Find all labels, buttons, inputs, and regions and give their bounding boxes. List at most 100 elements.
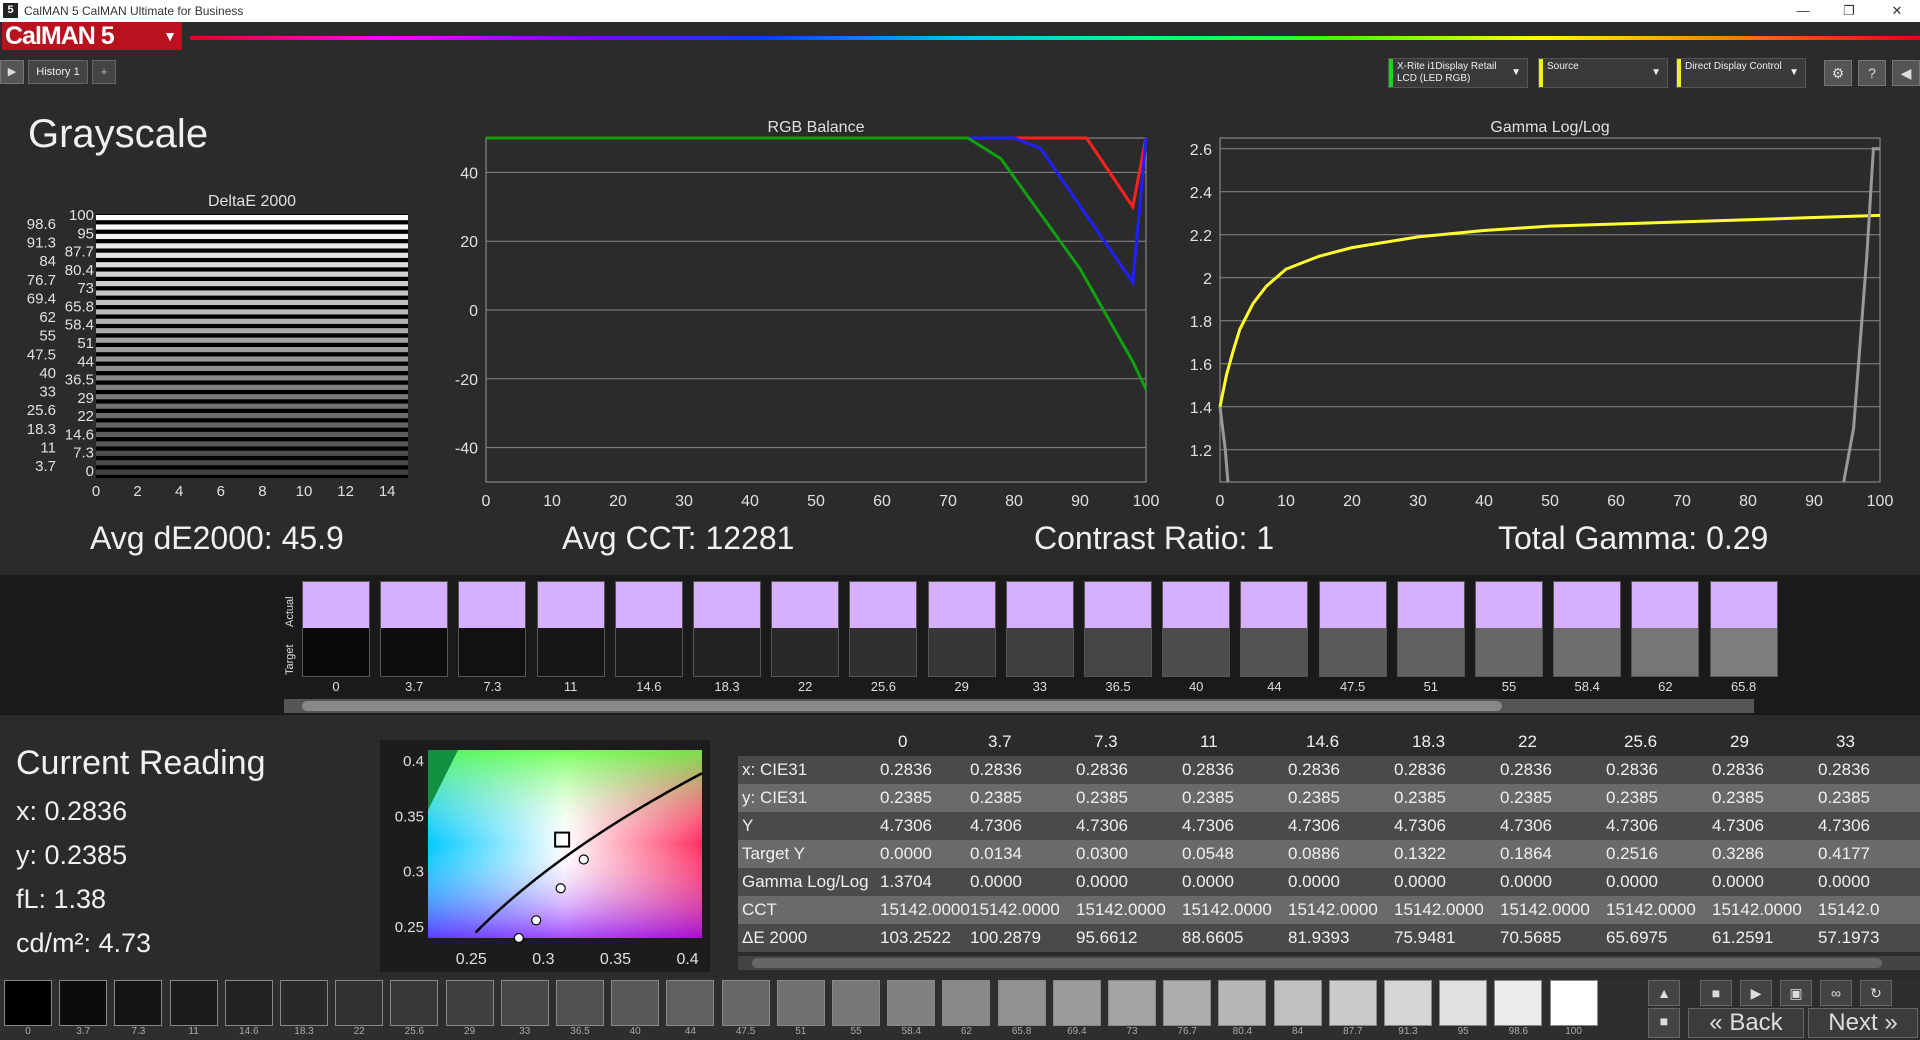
column-header[interactable]: 33 [1836,728,1855,756]
patch-29[interactable] [445,980,494,1026]
gear-icon[interactable]: ⚙ [1824,60,1852,86]
patch-label: 62 [960,1026,972,1037]
patch-100[interactable] [1549,980,1598,1026]
column-header[interactable]: 29 [1730,728,1749,756]
swatch-58.4[interactable] [1553,581,1622,677]
patch-51[interactable] [776,980,825,1026]
patch-22[interactable] [335,980,384,1026]
patch-14.6[interactable] [224,980,273,1026]
swatch-62[interactable] [1631,581,1700,677]
patch-55[interactable] [832,980,880,1026]
meter-selector[interactable]: X-Rite i1Display Retail LCD (LED RGB) ▼ [1388,58,1528,88]
restore-button[interactable]: ❐ [1826,0,1872,22]
patch-58.4[interactable] [887,980,936,1026]
deltae-chart: DeltaE 2000 0 2 4 6 8 10 12 14 98.6 91.3 84 76.7 69.4… [0,188,420,518]
x-tick-label: 4 [175,483,183,500]
de-bar [96,309,408,315]
patch-91.3[interactable] [1384,980,1432,1026]
swatch-44[interactable] [1240,581,1309,677]
patch-65.8[interactable] [997,980,1046,1026]
play-icon[interactable]: ▶ [1740,980,1772,1006]
patch-18.3[interactable] [280,980,328,1026]
add-tab-button[interactable]: + [92,60,116,84]
patch-0[interactable] [4,980,52,1026]
column-header[interactable]: 11 [1200,728,1218,756]
y-tick-label-right: 95 [77,225,94,242]
up-arrow-icon[interactable]: ▲ [1648,980,1680,1006]
target-color [1476,628,1542,676]
patch-7.3[interactable] [114,980,163,1026]
swatch-0[interactable] [302,581,370,677]
patch-11[interactable] [169,980,218,1026]
patch-98.6[interactable] [1494,980,1543,1026]
loop-icon[interactable]: ∞ [1820,980,1852,1006]
save-icon[interactable]: ▣ [1780,980,1812,1006]
table-cell: 0.2385 [1712,788,1764,807]
table-cell: 61.2591 [1712,928,1774,947]
column-header[interactable]: 18.3 [1412,728,1445,756]
swatch-55[interactable] [1475,581,1543,677]
meter-mode: LCD (LED RGB) [1397,73,1471,84]
help-icon[interactable]: ? [1858,60,1886,86]
column-header[interactable]: 22 [1518,728,1537,756]
patch-87.7[interactable] [1328,980,1377,1026]
swatch-11[interactable] [536,581,605,677]
patch-95[interactable] [1439,980,1488,1026]
swatch-22[interactable] [771,581,840,677]
calman-logo-menu[interactable]: CalMAN 5 ▼ [2,22,182,50]
column-header[interactable]: 7.3 [1094,728,1118,756]
patch-76.7[interactable] [1163,980,1212,1026]
swatch-51[interactable] [1396,581,1465,677]
patch-47.5[interactable] [721,980,770,1026]
next-button[interactable]: Next » [1808,1008,1918,1038]
table-cell: 0.0548 [1182,844,1234,863]
y-tick-label-left: 11 [40,439,56,456]
tab-history-1[interactable]: History 1 [28,60,88,84]
patch-40[interactable] [611,980,660,1026]
table-row: ΔE 2000 103.2522 100.2879 95.6612 88.6605 81.… [738,924,1920,952]
stop-square-icon[interactable]: ■ [1648,1008,1680,1038]
swatch-14.6[interactable] [614,581,683,677]
swatch-40[interactable] [1162,581,1231,677]
refresh-icon[interactable]: ↻ [1860,980,1892,1006]
patch-3.7[interactable] [59,980,108,1026]
swatch-47.5[interactable] [1318,581,1387,677]
swatch-29[interactable] [927,581,996,677]
display-selector[interactable]: Direct Display Control ▼ [1676,58,1806,88]
swatch-label: 58.4 [1574,679,1600,694]
stop-icon[interactable]: ■ [1700,980,1732,1006]
minimize-button[interactable]: — [1780,0,1826,22]
patch-62[interactable] [942,980,991,1026]
play-icon[interactable]: ▶ [0,60,24,84]
swatch-25.6[interactable] [849,581,918,677]
patch-44[interactable] [666,980,715,1026]
swatch-18.3[interactable] [693,581,761,677]
column-header[interactable]: 3.7 [988,728,1012,756]
swatch-33[interactable] [1005,581,1074,677]
patch-84[interactable] [1273,980,1322,1026]
swatch-65.8[interactable] [1709,581,1778,677]
swatch-7.3[interactable] [458,581,527,677]
patch-69.4[interactable] [1052,980,1101,1026]
swatch-scrollbar[interactable] [284,699,1754,713]
table-scrollbar[interactable] [738,956,1920,970]
column-header[interactable]: 25.6 [1624,728,1657,756]
patch-label: 100 [1565,1026,1582,1037]
patch-80.4[interactable] [1218,980,1267,1026]
close-button[interactable]: ✕ [1874,0,1920,22]
patch-73[interactable] [1108,980,1156,1026]
scroll-thumb[interactable] [302,701,1502,711]
scroll-thumb[interactable] [752,958,1882,968]
patch-36.5[interactable] [556,980,604,1026]
patch-33[interactable] [500,980,549,1026]
column-header[interactable]: 14.6 [1306,728,1339,756]
back-button[interactable]: « Back [1688,1008,1804,1038]
swatch-36.5[interactable] [1084,581,1152,677]
patch-25.6[interactable] [390,980,439,1026]
column-header[interactable]: 0 [898,728,907,756]
collapse-left-icon[interactable]: ◀ [1892,60,1920,86]
source-selector[interactable]: Source ▼ [1538,58,1668,88]
display-label: Direct Display Control [1685,61,1782,72]
table-cell: 15142.0000 [1076,900,1166,919]
swatch-3.7[interactable] [380,581,449,677]
